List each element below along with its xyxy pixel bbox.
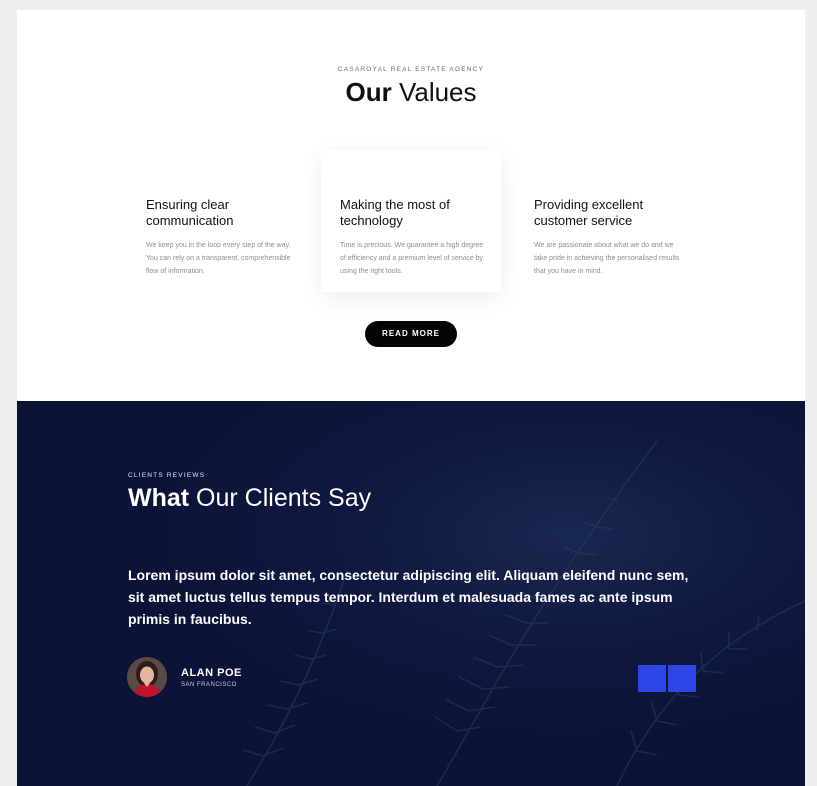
testimonial-quote: Lorem ipsum dolor sit amet, consectetur … — [128, 567, 689, 627]
previous-testimonial-button[interactable] — [638, 665, 666, 692]
value-card-customer-service: Providing excellent customer service We … — [515, 150, 695, 292]
value-card-heading: Providing excellent customer service — [534, 197, 644, 228]
author-name: ALAN POE — [181, 667, 242, 679]
author-location: SAN FRANCISCO — [181, 682, 237, 688]
reviews-eyebrow: CLIENTS REVIEWS — [128, 472, 206, 479]
next-testimonial-button[interactable] — [668, 665, 696, 692]
value-card-communication: Ensuring clear communication We keep you… — [127, 150, 307, 292]
reviews-title-rest: Our Clients Say — [189, 484, 372, 512]
values-section: CASAROYAL REAL ESTATE AGENCY Our Values … — [17, 10, 805, 401]
values-title-rest: Values — [391, 77, 477, 107]
page-frame: CASAROYAL REAL ESTATE AGENCY Our Values … — [17, 10, 805, 786]
values-title: Our Values — [17, 77, 805, 108]
values-eyebrow: CASAROYAL REAL ESTATE AGENCY — [337, 66, 485, 73]
value-card-text: We keep you in the loop every step of th… — [146, 242, 291, 275]
value-card-heading: Ensuring clear communication — [146, 197, 234, 228]
value-card-technology: Making the most of technology Time is pr… — [321, 150, 501, 292]
reviews-title-bold: What — [128, 484, 190, 512]
reviews-title: What Our Clients Say — [128, 484, 371, 513]
value-card-text: Time is precious. We guarantee a high de… — [340, 242, 484, 275]
reviews-section: CLIENTS REVIEWS What Our Clients Say Lor… — [17, 401, 805, 786]
value-card-text: We are passionate about what we do and w… — [534, 242, 680, 275]
value-card-heading: Making the most of technology — [340, 197, 450, 228]
values-title-bold: Our — [345, 77, 392, 107]
read-more-button[interactable]: READ MORE — [365, 321, 457, 347]
author-avatar — [127, 657, 167, 697]
